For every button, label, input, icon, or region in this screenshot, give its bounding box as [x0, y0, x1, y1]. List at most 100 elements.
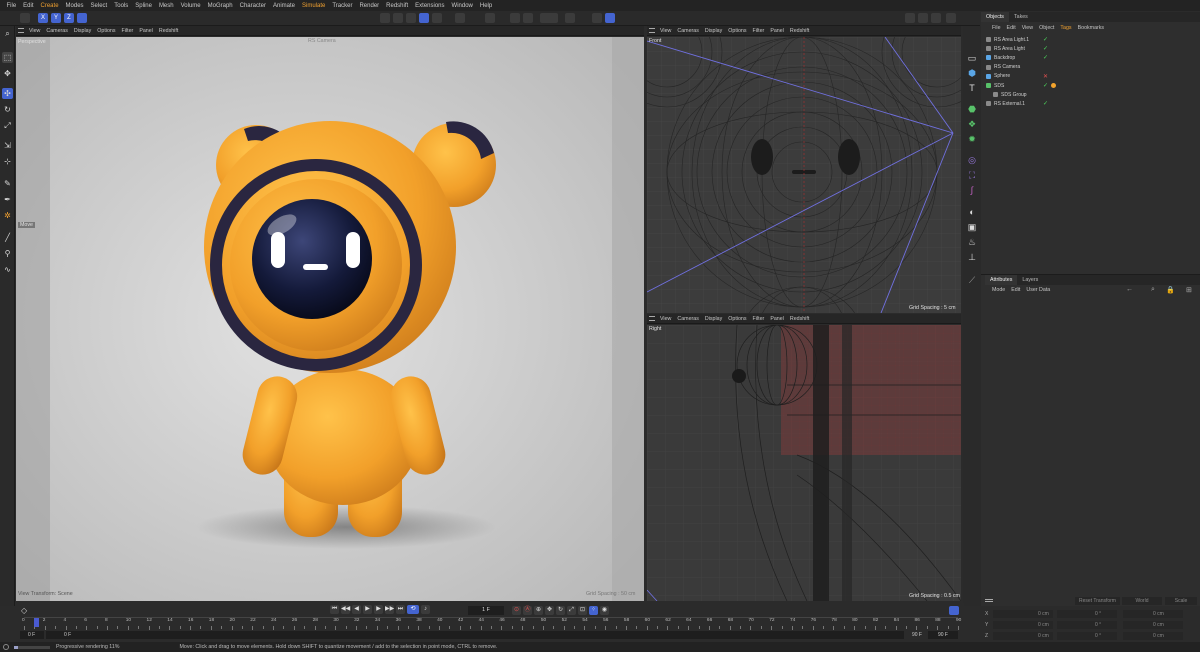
autokey-icon[interactable]: Ⓐ [523, 606, 532, 615]
floor-icon[interactable]: ⊥ [966, 251, 978, 263]
model-mode-icon[interactable] [380, 13, 390, 23]
interactive-render-icon[interactable] [592, 13, 602, 23]
menu-cameras[interactable]: Cameras [43, 28, 71, 34]
object-name[interactable]: RS Area Light.1 [994, 37, 1029, 43]
grid-icon[interactable] [523, 13, 533, 23]
menu-mesh[interactable]: Mesh [155, 3, 177, 9]
sound-icon[interactable]: ♪ [421, 605, 430, 614]
enabled-check-icon[interactable]: ✓ [1043, 45, 1048, 52]
null-object-icon[interactable]: ▭ [966, 52, 978, 64]
workplane-icon[interactable] [510, 13, 520, 23]
scale-field[interactable]: 0 cm [1123, 632, 1183, 640]
previous-key-icon[interactable]: ◀◀ [341, 605, 350, 614]
menu-mograph[interactable]: MoGraph [204, 3, 236, 9]
render-region-icon[interactable] [540, 13, 558, 23]
rotation-key-icon[interactable]: ↻ [556, 606, 565, 615]
polygon-mode-icon[interactable] [419, 13, 429, 23]
perspective-viewport[interactable]: Perspective RS Camera Move View Transfor… [16, 37, 644, 601]
edge-mode-icon[interactable] [432, 13, 442, 23]
menu-modes[interactable]: Modes [62, 3, 87, 9]
spline-pen-icon[interactable]: ✒ [2, 194, 13, 205]
enabled-check-icon[interactable]: ✓ [1043, 54, 1048, 61]
cube-icon[interactable]: ⬢ [966, 67, 978, 79]
rotation-field[interactable]: 0 ° [1057, 621, 1117, 629]
axis-x-button[interactable]: X [38, 13, 48, 23]
menu-help[interactable]: Help [476, 3, 495, 9]
search-icon[interactable]: ⌕ [2, 28, 13, 39]
view-menu-icon[interactable] [18, 28, 24, 33]
move-icon[interactable]: ✣ [2, 88, 13, 99]
render-view-icon[interactable] [605, 13, 615, 23]
view-menu-icon[interactable] [649, 316, 655, 321]
menu-extensions[interactable]: Extensions [412, 3, 448, 9]
tab-attributes[interactable]: Attributes [985, 275, 1018, 285]
menu-select[interactable]: Select [87, 3, 111, 9]
menu-tracker[interactable]: Tracker [329, 3, 356, 9]
keyframe-selection-icon[interactable]: ⊕ [534, 606, 543, 615]
scale-icon[interactable]: ⤢ [2, 120, 13, 131]
mograph-icon[interactable]: ✲ [2, 210, 13, 221]
object-name[interactable]: Backdrop [994, 55, 1015, 61]
menu-window[interactable]: Window [448, 3, 476, 9]
transform-icon[interactable]: ⇲ [2, 140, 13, 151]
preview-start-field[interactable]: 0 F [20, 631, 44, 639]
position-field[interactable]: 0 cm [993, 632, 1053, 640]
menu-filter[interactable]: Filter [750, 28, 768, 34]
paint-icon[interactable]: ╱ [2, 232, 13, 243]
enabled-check-icon[interactable]: ✓ [1043, 36, 1048, 43]
objects-menu-bookmarks[interactable]: Bookmarks [1075, 25, 1108, 31]
cloner-icon[interactable]: ❖ [966, 118, 978, 130]
position-key-icon[interactable]: ✥ [545, 606, 554, 615]
render-picture-viewer-icon[interactable] [905, 13, 915, 23]
scale-mode-select[interactable]: Scale [1165, 597, 1197, 605]
menu-edit[interactable]: Edit [20, 3, 37, 9]
menu-view[interactable]: View [26, 28, 43, 34]
menu-filter[interactable]: Filter [750, 316, 768, 322]
menu-view[interactable]: View [657, 316, 674, 322]
next-frame-icon[interactable]: ▶ [374, 605, 383, 614]
snap-icon[interactable] [485, 13, 495, 23]
scale-key-icon[interactable]: ⤢ [567, 606, 576, 615]
preview-range[interactable]: 0 F [46, 631, 904, 639]
bend-icon[interactable]: ⛶ [966, 169, 978, 181]
object-mode-icon[interactable] [393, 13, 403, 23]
tab-takes[interactable]: Takes [1009, 12, 1033, 22]
world-coordinate-icon[interactable] [77, 13, 87, 23]
search-icon[interactable]: ⌕ [1151, 286, 1155, 294]
reset-transform-button[interactable]: Reset Transform [1075, 597, 1120, 605]
attributes-menu-edit[interactable]: Edit [1008, 287, 1023, 293]
object-name[interactable]: RS Camera [994, 64, 1020, 70]
axis-mode-icon[interactable] [455, 13, 465, 23]
menu-tools[interactable]: Tools [111, 3, 132, 9]
rotation-field[interactable]: 0 ° [1057, 632, 1117, 640]
go-to-start-icon[interactable]: ⏮ [330, 605, 339, 614]
coordinate-space-select[interactable]: World [1122, 597, 1162, 605]
object-row[interactable]: RS Area Light ✓ [981, 44, 1200, 53]
scale-field[interactable]: 0 cm [1123, 621, 1183, 629]
menu-cameras[interactable]: Cameras [674, 316, 702, 322]
go-to-end-icon[interactable]: ⏭ [396, 605, 405, 614]
object-row[interactable]: SDS ✓ [981, 81, 1200, 90]
object-row[interactable]: Sphere ✕ [981, 72, 1200, 81]
attributes-menu-mode[interactable]: Mode [989, 287, 1008, 293]
objects-menu-tags[interactable]: Tags [1057, 25, 1074, 31]
right-viewport[interactable]: Right Grid Spacing : 0.5 cm [647, 325, 961, 601]
object-name[interactable]: RS Area Light [994, 46, 1025, 52]
light-icon[interactable]: ♨ [966, 236, 978, 248]
menu-create[interactable]: Create [37, 3, 62, 9]
attributes-menu-user-data[interactable]: User Data [1023, 287, 1053, 293]
enabled-check-icon[interactable]: ✓ [1043, 100, 1048, 107]
spline-icon[interactable]: ∫ [966, 184, 978, 196]
loop-icon[interactable]: ⟲ [407, 605, 419, 614]
object-row[interactable]: Backdrop ✓ [981, 53, 1200, 62]
draw-icon[interactable]: ⟋ [966, 274, 978, 286]
menu-panel[interactable]: Panel [767, 316, 787, 322]
object-row[interactable]: RS External.1 ✓ [981, 99, 1200, 108]
menu-panel[interactable]: Panel [767, 28, 787, 34]
objects-menu-view[interactable]: View [1019, 25, 1036, 31]
preview-end-field[interactable]: 90 F [894, 631, 922, 639]
undo-icon[interactable] [20, 13, 30, 23]
scale-field[interactable]: 0 cm [1123, 610, 1183, 618]
new-panel-icon[interactable]: ⊞ [1186, 286, 1192, 294]
axis-z-button[interactable]: Z [64, 13, 74, 23]
